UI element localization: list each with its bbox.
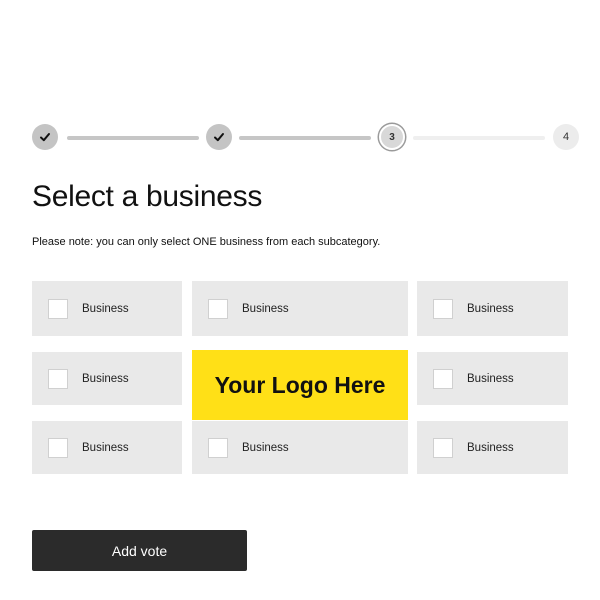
business-option[interactable]: Business [417, 281, 568, 336]
business-label: Business [467, 441, 514, 454]
business-checkbox[interactable] [48, 437, 68, 458]
business-option[interactable]: Business [192, 421, 408, 474]
business-label: Business [82, 372, 129, 385]
check-icon [40, 133, 50, 142]
business-label: Business [242, 302, 289, 315]
business-label: Business [82, 441, 129, 454]
business-option[interactable]: Business [417, 352, 568, 405]
logo-text: Your Logo Here [214, 371, 386, 398]
step-connector [239, 136, 371, 140]
step-connector [67, 136, 199, 140]
step-3[interactable]: 3 [379, 124, 405, 150]
step-number: 4 [562, 131, 570, 143]
business-option[interactable]: Business [32, 421, 182, 474]
step-1[interactable] [32, 124, 58, 150]
business-option[interactable]: Business [192, 281, 408, 336]
add-vote-button[interactable]: Add vote [32, 530, 247, 571]
business-checkbox[interactable] [208, 437, 228, 458]
business-label: Business [242, 441, 289, 454]
step-2[interactable] [206, 124, 232, 150]
step-4[interactable]: 4 [553, 124, 579, 150]
step-number: 3 [389, 131, 395, 143]
business-label: Business [467, 372, 514, 385]
business-option[interactable]: Business [417, 421, 568, 474]
logo-placeholder: Your Logo Here [192, 350, 408, 420]
business-label: Business [82, 302, 129, 315]
business-option[interactable]: Business [32, 281, 182, 336]
step-connector [413, 136, 545, 140]
business-option[interactable]: Business [32, 352, 182, 405]
business-checkbox[interactable] [48, 368, 68, 389]
business-checkbox[interactable] [433, 298, 453, 319]
business-label: Business [467, 302, 514, 315]
progress-stepper: 3 4 [32, 124, 580, 152]
business-checkbox[interactable] [433, 368, 453, 389]
selection-note: Please note: you can only select ONE bus… [32, 236, 381, 248]
page-title: Select a business [32, 180, 263, 213]
business-checkbox[interactable] [48, 298, 68, 319]
business-checkbox[interactable] [433, 437, 453, 458]
check-icon [214, 133, 224, 142]
business-checkbox[interactable] [208, 298, 228, 319]
